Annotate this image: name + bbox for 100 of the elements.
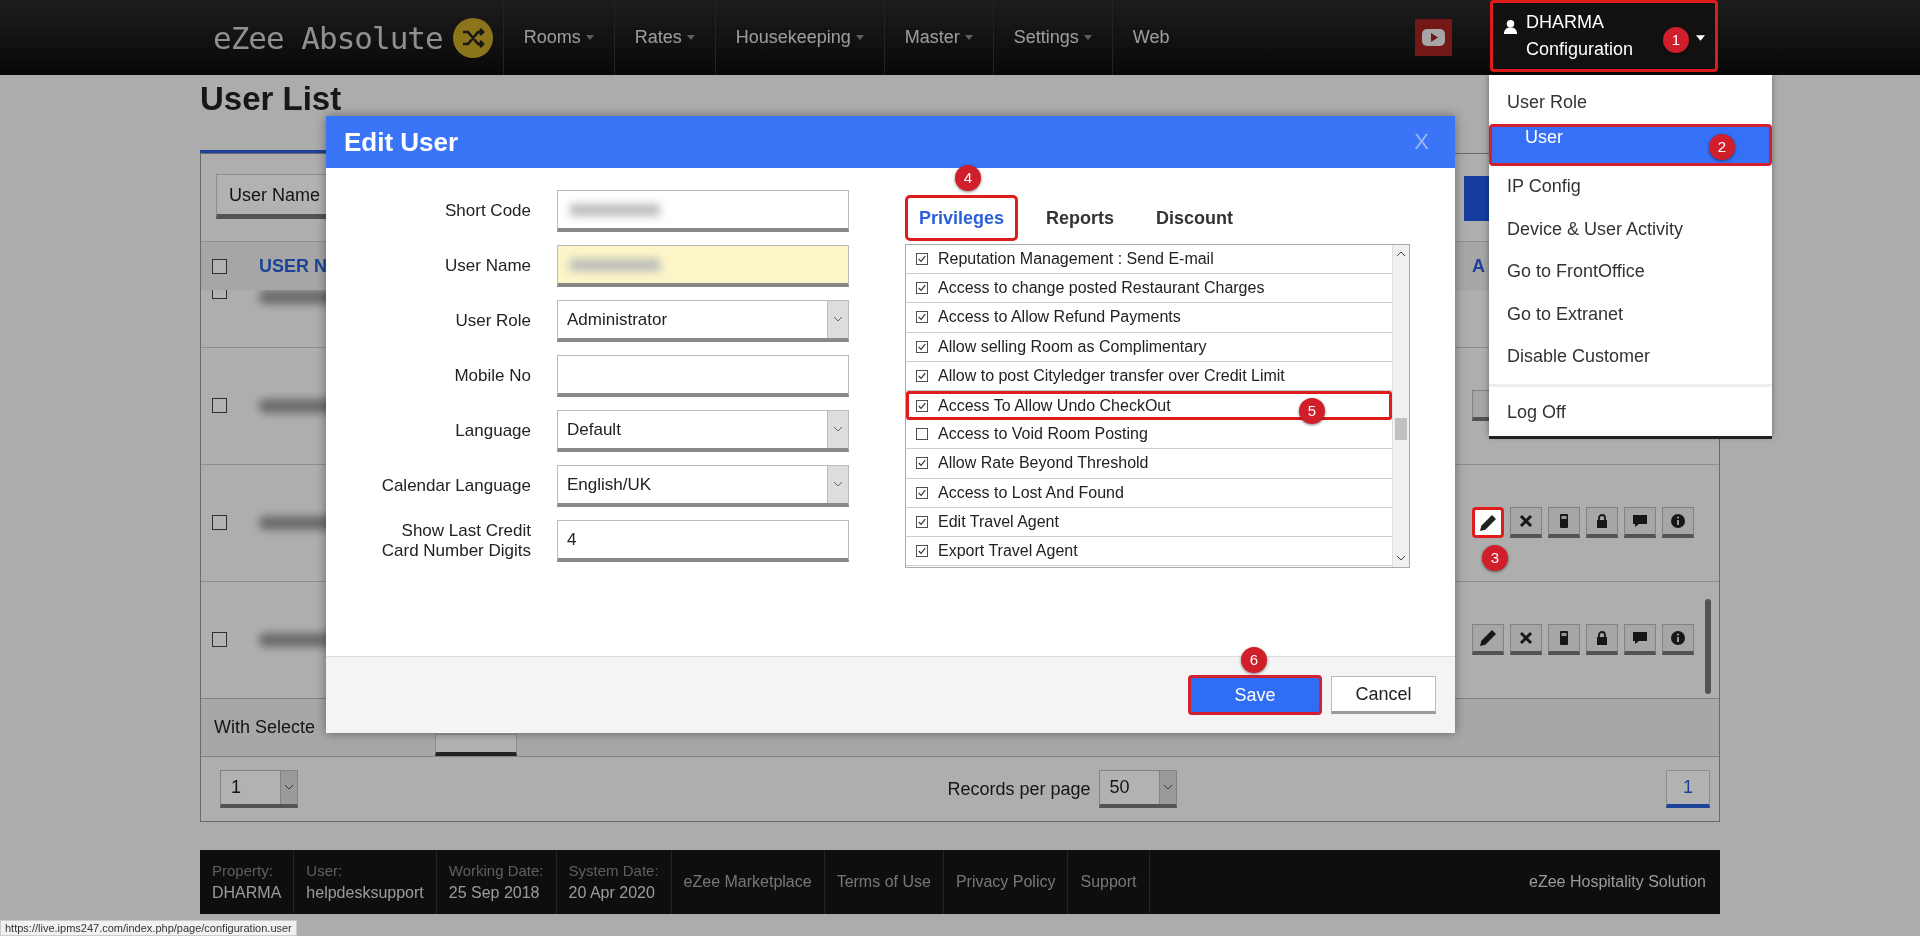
nav-menu-item[interactable]: Housekeeping	[714, 0, 884, 75]
nav-menu-item[interactable]: Master	[883, 0, 993, 75]
scroll-up-icon[interactable]	[1397, 251, 1405, 256]
nav-menu-item[interactable]: Rates	[613, 0, 715, 75]
input-field[interactable]	[557, 245, 849, 287]
cancel-button[interactable]: Cancel	[1331, 676, 1436, 714]
records-per-page-select[interactable]: 50	[1098, 770, 1177, 809]
caret-icon	[855, 35, 864, 40]
checkbox[interactable]	[916, 515, 928, 528]
select-field[interactable]: English/UK	[557, 465, 849, 507]
scroll-down-icon[interactable]	[1397, 556, 1405, 561]
shuffle-icon[interactable]	[452, 17, 493, 58]
input-field[interactable]	[557, 190, 849, 232]
privilege-label: Access to change posted Restaurant Charges	[938, 279, 1265, 298]
footer-value: DHARMA	[212, 883, 282, 903]
footer-value: 25 Sep 2018	[448, 883, 541, 903]
checkbox[interactable]	[916, 282, 928, 295]
privilege-label: Allow Rate Beyond Threshold	[938, 454, 1149, 473]
menu-item[interactable]: Disable Customer	[1489, 335, 1772, 378]
chat-button[interactable]	[1624, 624, 1656, 656]
chevron-down-icon	[834, 482, 842, 487]
person-icon	[1503, 19, 1518, 34]
checkbox[interactable]	[212, 632, 227, 648]
menu-item[interactable]: User Role	[1489, 81, 1772, 124]
checkbox[interactable]	[212, 398, 227, 414]
chat-button[interactable]	[1624, 507, 1656, 539]
scroll-thumb[interactable]	[1395, 418, 1407, 440]
lock-button[interactable]	[1586, 624, 1618, 656]
field-label: User Role	[454, 311, 531, 331]
lock-button[interactable]	[1586, 507, 1618, 539]
video-play-icon[interactable]	[1415, 19, 1452, 56]
privilege-label: Access To Allow Undo CheckOut	[938, 396, 1171, 415]
field-label: Mobile No	[453, 366, 531, 386]
select-field[interactable]: Administrator	[557, 300, 849, 342]
page-button[interactable]: 1	[1666, 770, 1710, 809]
dialog-title: Edit User	[344, 126, 459, 158]
footer-brand: eZee Hospitality Solution	[1529, 873, 1707, 891]
checkbox[interactable]	[916, 486, 928, 499]
checkbox[interactable]	[916, 428, 928, 441]
caret-icon	[964, 35, 973, 40]
input-field[interactable]	[557, 355, 849, 397]
column-header[interactable]: USER N	[259, 255, 327, 277]
footer-link[interactable]: eZee Marketplace	[671, 850, 825, 914]
info-button[interactable]	[1662, 624, 1694, 656]
checkbox[interactable]	[916, 544, 928, 557]
nav-menu-item[interactable]: Rooms	[502, 0, 614, 75]
chevron-down-icon	[1163, 785, 1172, 791]
input-field[interactable]: 4	[557, 520, 849, 562]
cross-button[interactable]	[1510, 624, 1542, 656]
scroll-thumb[interactable]	[1705, 598, 1711, 694]
step-badge: 6	[1241, 647, 1267, 673]
tab[interactable]: Reports	[1032, 195, 1129, 241]
menu-item[interactable]: Go to Extranet	[1489, 293, 1772, 336]
menu-item[interactable]: Go to FrontOffice	[1489, 250, 1772, 293]
footer-label: Property:	[212, 861, 274, 881]
menu-item[interactable]: IP Config	[1489, 165, 1772, 208]
checkbox[interactable]	[916, 457, 928, 470]
checkbox[interactable]	[916, 340, 928, 353]
menu-item[interactable]: Device & User Activity	[1489, 208, 1772, 251]
footer-link[interactable]: Privacy Policy	[943, 850, 1069, 914]
calculator-button[interactable]	[1548, 507, 1580, 539]
bulk-action-select[interactable]	[435, 734, 518, 757]
field-label: Show Last Credit Card Number Digits	[380, 521, 531, 561]
nav-menu-item[interactable]: Web	[1111, 0, 1190, 75]
checkbox[interactable]	[212, 515, 227, 531]
calculator-button[interactable]	[1548, 624, 1580, 656]
page-title: User List	[200, 79, 342, 119]
menu-item[interactable]: User 2	[1489, 123, 1772, 166]
records-per-page-label: Records per page	[947, 778, 1091, 800]
caret-icon	[585, 35, 594, 40]
chevron-down-icon	[285, 785, 293, 791]
privilege-label: Access to Void Room Posting	[938, 425, 1148, 444]
user-menu-button[interactable]: DHARMA Configuration 1	[1490, 0, 1718, 72]
tab[interactable]: Discount	[1142, 195, 1248, 241]
tab[interactable]: Privileges	[905, 195, 1019, 241]
cross-button[interactable]	[1510, 507, 1542, 539]
step-badge: 1	[1663, 27, 1689, 53]
privilege-label: Export Travel Agent	[938, 541, 1078, 560]
page-select[interactable]: 1	[220, 770, 298, 809]
nav-menu-item[interactable]: Settings	[992, 0, 1112, 75]
checkbox[interactable]	[212, 258, 227, 274]
info-icon	[1670, 513, 1686, 530]
checkbox[interactable]	[916, 369, 928, 382]
pencil-icon	[1480, 630, 1496, 647]
checkbox[interactable]	[916, 399, 928, 412]
chat-icon	[1632, 630, 1648, 647]
select-field[interactable]: Default	[557, 410, 849, 452]
lock-icon	[1594, 630, 1610, 647]
checkbox[interactable]	[916, 311, 928, 324]
privilege-label: Edit Travel Agent	[938, 512, 1059, 531]
field-label: Language	[454, 421, 531, 441]
scrollbar[interactable]	[1392, 245, 1409, 567]
footer-link[interactable]: Terms of Use	[824, 850, 944, 914]
caret-icon	[686, 35, 695, 40]
pencil-icon	[1480, 514, 1496, 531]
info-button[interactable]	[1662, 507, 1694, 539]
save-button[interactable]: Save	[1188, 675, 1322, 715]
footer-link[interactable]: Support	[1068, 850, 1150, 914]
checkbox[interactable]	[916, 253, 928, 266]
menu-item[interactable]: Log Off	[1489, 391, 1772, 434]
